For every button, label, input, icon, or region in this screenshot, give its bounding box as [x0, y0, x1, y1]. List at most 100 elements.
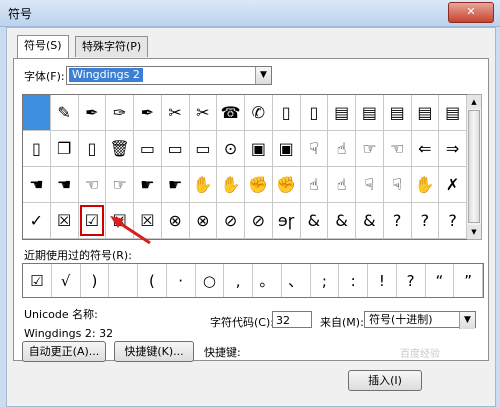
symbol-cell[interactable]: ⊙ — [217, 131, 245, 167]
symbol-cell[interactable]: ✑ — [106, 95, 134, 131]
unicode-name-label: Unicode 名称: — [24, 308, 98, 321]
symbol-cell[interactable]: ▭ — [134, 131, 162, 167]
recent-symbol-cell[interactable]: ) — [81, 264, 110, 297]
symbol-cell[interactable]: ✋ — [189, 167, 218, 203]
symbol-cell[interactable]: ✆ — [245, 95, 273, 131]
symbol-cell[interactable]: ✊ — [245, 167, 273, 203]
symbol-cell[interactable]: ▤ — [383, 95, 412, 131]
insert-button[interactable]: 插入(I) — [348, 370, 422, 391]
scroll-thumb[interactable] — [468, 110, 480, 223]
symbol-cell[interactable]: ❐ — [50, 131, 79, 167]
from-select[interactable]: 符号(十进制) ▼ — [364, 311, 476, 329]
font-select-value: Wingdings 2 — [69, 68, 143, 82]
symbol-cell[interactable]: ▤ — [411, 95, 440, 131]
symbol-cell[interactable]: ✊ — [272, 167, 301, 203]
symbol-cell[interactable]: ☎ — [217, 95, 245, 131]
chevron-down-icon[interactable]: ▼ — [459, 312, 475, 329]
recent-symbol-cell[interactable]: 。 — [253, 264, 282, 297]
symbol-cell[interactable]: & — [300, 203, 329, 239]
symbol-cell[interactable]: ☒ — [50, 203, 79, 239]
symbol-cell[interactable]: ☞ — [356, 131, 384, 167]
symbol-cell[interactable]: ▤ — [328, 95, 356, 131]
recent-symbol-cell[interactable]: · — [167, 264, 196, 297]
symbol-cell[interactable]: ✒ — [78, 95, 107, 131]
symbol-cell[interactable]: & — [356, 203, 384, 239]
recent-symbol-cell[interactable]: ? — [397, 264, 426, 297]
symbol-cell[interactable]: ✓ — [23, 203, 51, 239]
symbol-cell[interactable] — [23, 95, 51, 131]
symbol-cell[interactable]: ⇒ — [439, 131, 467, 167]
symbol-cell[interactable]: ☒ — [134, 203, 162, 239]
font-select[interactable]: Wingdings 2 ▼ — [66, 66, 272, 85]
symbol-cell[interactable]: ▤ — [356, 95, 384, 131]
recent-symbol-cell[interactable]: ! — [368, 264, 397, 297]
symbol-cell[interactable]: ✗ — [439, 167, 467, 203]
symbol-cell[interactable]: ✋ — [217, 167, 245, 203]
autocorrect-button[interactable]: 自动更正(A)... — [22, 341, 106, 362]
symbol-cell[interactable]: ☑ — [78, 203, 107, 239]
from-select-value: 符号(十进制) — [369, 313, 433, 326]
symbol-cell[interactable]: ▯ — [272, 95, 301, 131]
symbol-cell[interactable]: ⊘ — [217, 203, 245, 239]
symbol-cell[interactable]: ☚ — [50, 167, 79, 203]
scroll-up-icon[interactable]: ▲ — [467, 95, 481, 109]
recent-symbol-cell[interactable]: ☑ — [23, 264, 52, 297]
symbol-cell[interactable]: & — [328, 203, 356, 239]
symbol-cell[interactable]: ☜ — [383, 131, 412, 167]
symbol-cell[interactable]: ▣ — [272, 131, 301, 167]
symbol-cell[interactable]: ☒ — [106, 203, 134, 239]
symbol-cell[interactable]: ✎ — [50, 95, 79, 131]
symbol-cell[interactable]: ☛ — [134, 167, 162, 203]
char-code-input[interactable]: 32 — [272, 311, 312, 328]
close-icon: ✕ — [466, 5, 476, 18]
symbol-cell[interactable]: ▣ — [245, 131, 273, 167]
symbol-cell[interactable]: ▯ — [78, 131, 107, 167]
recent-symbol-cell[interactable] — [109, 264, 138, 297]
symbol-cell[interactable]: ☟ — [300, 131, 329, 167]
symbol-cell[interactable]: ⇐ — [411, 131, 440, 167]
symbol-cell[interactable]: ▯ — [300, 95, 329, 131]
scroll-down-icon[interactable]: ▼ — [467, 225, 481, 239]
shortcut-key-button[interactable]: 快捷键(K)... — [114, 341, 194, 362]
recent-symbol-cell[interactable]: ○ — [196, 264, 225, 297]
symbol-cell[interactable]: ☞ — [106, 167, 134, 203]
symbol-cell[interactable]: ⊗ — [161, 203, 190, 239]
symbol-cell[interactable]: 🗑 — [106, 131, 134, 167]
symbol-cell[interactable]: ☜ — [78, 167, 107, 203]
symbol-cell[interactable]: ☚ — [23, 167, 51, 203]
symbol-cell[interactable]: ? — [439, 203, 467, 239]
symbol-cell[interactable]: ✂ — [161, 95, 190, 131]
recent-symbol-cell[interactable]: : — [339, 264, 368, 297]
close-button[interactable]: ✕ — [448, 2, 494, 23]
recent-symbol-cell[interactable]: 、 — [282, 264, 311, 297]
symbol-cell[interactable]: ? — [411, 203, 440, 239]
chevron-down-icon[interactable]: ▼ — [255, 67, 271, 84]
symbol-cell[interactable]: ✋ — [411, 167, 440, 203]
symbol-grid-scrollbar[interactable]: ▲ ▼ — [467, 94, 482, 240]
symbol-cell[interactable]: ▤ — [439, 95, 467, 131]
tab-symbols[interactable]: 符号(S) — [17, 35, 69, 58]
recent-symbol-cell[interactable]: ( — [138, 264, 167, 297]
recent-symbol-cell[interactable]: “ — [426, 264, 455, 297]
symbol-cell[interactable]: ☝ — [300, 167, 329, 203]
symbol-cell[interactable]: ☛ — [161, 167, 190, 203]
symbol-cell[interactable]: ▭ — [189, 131, 218, 167]
symbol-cell[interactable]: ⊘ — [245, 203, 273, 239]
symbol-cell[interactable]: ✂ — [189, 95, 218, 131]
symbol-cell[interactable]: ☟ — [383, 167, 412, 203]
tab-special-characters[interactable]: 特殊字符(P) — [75, 36, 149, 57]
symbol-cell[interactable]: ✒ — [134, 95, 162, 131]
recent-symbols-label: 近期使用过的符号(R): — [24, 249, 132, 262]
recent-symbol-cell[interactable]: ; — [311, 264, 340, 297]
symbol-cell[interactable]: ☝ — [328, 167, 356, 203]
recent-symbol-cell[interactable]: , — [224, 264, 253, 297]
symbol-cell[interactable]: ⊗ — [189, 203, 218, 239]
symbol-cell[interactable]: ▯ — [23, 131, 51, 167]
symbol-cell[interactable]: ? — [383, 203, 412, 239]
symbol-cell[interactable]: ▭ — [161, 131, 190, 167]
recent-symbol-cell[interactable]: √ — [52, 264, 81, 297]
symbol-cell[interactable]: ☝ — [328, 131, 356, 167]
recent-symbol-cell[interactable]: ” — [454, 264, 483, 297]
symbol-cell[interactable]: ɘɼ — [272, 203, 301, 239]
symbol-cell[interactable]: ☟ — [356, 167, 384, 203]
